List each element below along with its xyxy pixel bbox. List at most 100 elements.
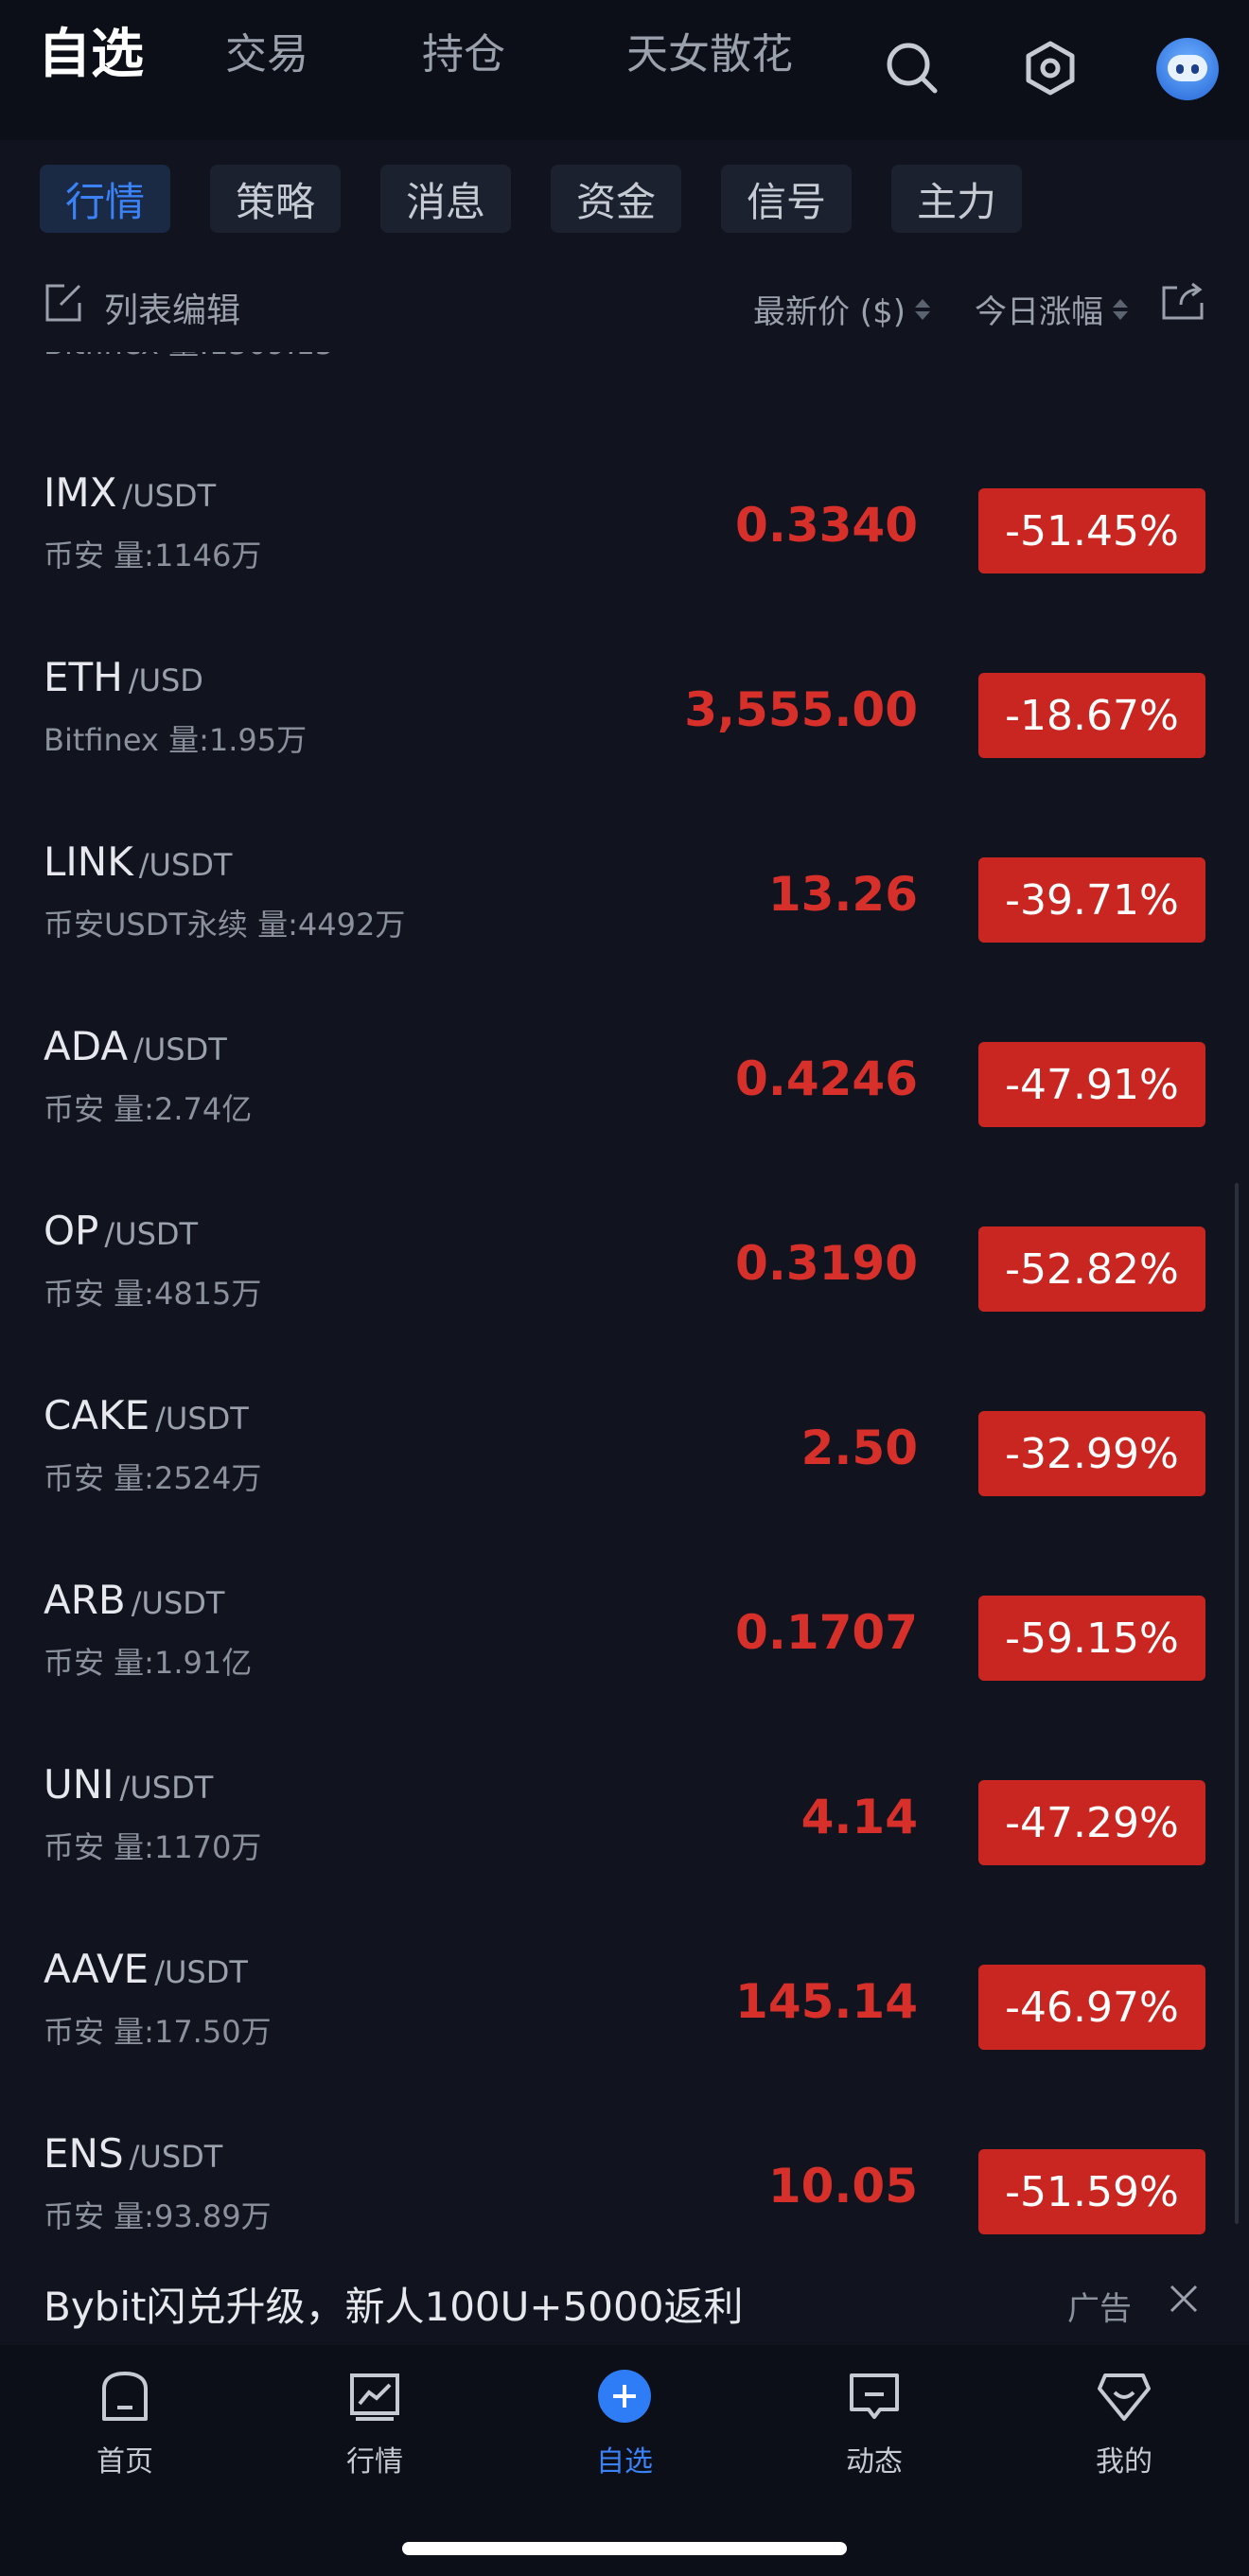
quote-currency: /USDT <box>129 2139 223 2175</box>
nav-feed[interactable]: 动态 <box>799 2368 950 2479</box>
list-item[interactable]: CAKE/USDT 币安 量:2524万 2.50 -32.99% <box>0 1364 1249 1548</box>
exchange-volume: 币安 量:4815万 <box>44 1276 262 1312</box>
list-item-partial[interactable]: Bitfinex 量:1309.15 <box>0 352 1249 388</box>
change-column-label: 今日涨幅 <box>975 293 1103 331</box>
symbol: UNI <box>44 1761 114 1808</box>
edit-list-button[interactable]: 列表编辑 <box>42 282 240 332</box>
scrollbar[interactable] <box>1235 1183 1239 2224</box>
change-badge[interactable]: -46.97% <box>978 1965 1205 2050</box>
exchange-volume: 币安 量:17.50万 <box>44 2014 272 2050</box>
home-icon <box>97 2368 153 2428</box>
quote-currency: /USDT <box>133 1032 227 1067</box>
exchange-volume: 币安 量:1.91亿 <box>44 1645 253 1681</box>
tab-tiannv[interactable]: 天女散花 <box>626 34 793 76</box>
ad-banner[interactable]: Bybit闪兑升级，新人100U+5000返利 广告 <box>0 2254 1249 2345</box>
watchlist[interactable]: Bitfinex 量:1309.15 IMX/USDT 币安 量:1146万 0… <box>0 352 1249 2254</box>
symbol: IMX <box>44 469 117 516</box>
quote-currency: /USDT <box>104 1216 199 1252</box>
subtab-main-force[interactable]: 主力 <box>891 165 1022 233</box>
exchange-volume: Bitfinex 量:1309.15 <box>44 352 334 363</box>
latest-price: 3,555.00 <box>684 682 918 737</box>
symbol: ENS <box>44 2130 124 2177</box>
nav-home[interactable]: 首页 <box>49 2368 201 2479</box>
symbol: ETH <box>44 654 123 700</box>
close-icon[interactable] <box>1162 2277 1205 2320</box>
sort-arrows-icon <box>1113 298 1128 320</box>
quote-currency: /USD <box>128 662 203 698</box>
share-icon[interactable] <box>1160 278 1205 327</box>
list-item[interactable]: IMX/USDT 币安 量:1146万 0.3340 -51.45% <box>0 441 1249 626</box>
sub-tabs: 行情 策略 消息 资金 信号 主力 <box>0 140 1249 257</box>
change-badge[interactable]: -32.99% <box>978 1411 1205 1496</box>
list-item[interactable]: UNI/USDT 币安 量:1170万 4.14 -47.29% <box>0 1733 1249 1917</box>
nav-feed-label: 动态 <box>846 2445 903 2479</box>
tab-watchlist[interactable]: 自选 <box>38 28 144 81</box>
change-badge[interactable]: -52.82% <box>978 1226 1205 1312</box>
nav-profile-label: 我的 <box>1096 2445 1152 2479</box>
nav-market-label: 行情 <box>346 2445 403 2479</box>
tab-positions[interactable]: 持仓 <box>422 34 505 76</box>
search-icon[interactable] <box>882 38 942 98</box>
symbol: AAVE <box>44 1946 150 1992</box>
list-item[interactable]: OP/USDT 币安 量:4815万 0.3190 -52.82% <box>0 1179 1249 1364</box>
nav-home-label: 首页 <box>97 2445 153 2479</box>
latest-price: 0.1707 <box>735 1605 918 1660</box>
subtab-strategy[interactable]: 策略 <box>210 165 341 233</box>
list-item[interactable]: ADA/USDT 币安 量:2.74亿 0.4246 -47.91% <box>0 995 1249 1179</box>
quote-currency: /USDT <box>122 478 217 514</box>
latest-price: 4.14 <box>800 1790 918 1844</box>
list-item[interactable]: ENS/USDT 币安 量:93.89万 10.05 -51.59% <box>0 2102 1249 2254</box>
list-item[interactable]: AAVE/USDT 币安 量:17.50万 145.14 -46.97% <box>0 1917 1249 2102</box>
subtab-signals[interactable]: 信号 <box>721 165 852 233</box>
settings-icon[interactable] <box>1020 38 1081 98</box>
subtab-news[interactable]: 消息 <box>380 165 511 233</box>
quote-currency: /USDT <box>119 1770 214 1806</box>
exchange-volume: 币安 量:93.89万 <box>44 2198 272 2234</box>
ad-text[interactable]: Bybit闪兑升级，新人100U+5000返利 <box>44 2275 743 2333</box>
latest-price: 145.14 <box>735 1974 918 2029</box>
list-item[interactable]: ETH/USD Bitfinex 量:1.95万 3,555.00 -18.67… <box>0 626 1249 810</box>
subtab-market[interactable]: 行情 <box>40 165 170 233</box>
quote-currency: /USDT <box>155 1401 249 1437</box>
nav-watchlist-label: 自选 <box>596 2445 653 2479</box>
exchange-volume: 币安 量:2524万 <box>44 1460 262 1496</box>
exchange-volume: 币安USDT永续 量:4492万 <box>44 907 406 943</box>
change-badge[interactable]: -59.15% <box>978 1596 1205 1681</box>
sort-change-button[interactable]: 今日涨幅 <box>975 286 1128 332</box>
tab-trade[interactable]: 交易 <box>225 34 308 76</box>
nav-profile[interactable]: 我的 <box>1048 2368 1200 2479</box>
sort-arrows-icon <box>914 298 930 320</box>
latest-price: 0.3340 <box>735 498 918 553</box>
change-badge[interactable]: -51.45% <box>978 488 1205 573</box>
list-item[interactable]: ARB/USDT 币安 量:1.91亿 0.1707 -59.15% <box>0 1548 1249 1733</box>
edit-icon <box>42 282 83 332</box>
subtab-funds[interactable]: 资金 <box>551 165 681 233</box>
quote-currency: /USDT <box>154 1954 248 1990</box>
list-header: 列表编辑 最新价 ($) 今日涨幅 <box>0 257 1249 352</box>
change-badge[interactable]: -51.59% <box>978 2149 1205 2234</box>
plus-circle-icon <box>596 2368 653 2428</box>
nav-watchlist[interactable]: 自选 <box>549 2368 700 2479</box>
latest-price: 13.26 <box>767 867 918 922</box>
exchange-volume: 币安 量:1146万 <box>44 538 262 573</box>
latest-price: 10.05 <box>767 2159 918 2214</box>
home-indicator[interactable] <box>402 2542 847 2555</box>
change-badge[interactable]: -47.91% <box>978 1042 1205 1127</box>
bottom-nav: 首页 行情 自选 动态 我的 <box>0 2345 1249 2576</box>
latest-price: 0.3190 <box>735 1236 918 1291</box>
sort-price-button[interactable]: 最新价 ($) <box>753 286 930 332</box>
nav-market[interactable]: 行情 <box>299 2368 450 2479</box>
symbol: ARB <box>44 1577 126 1623</box>
edit-list-label: 列表编辑 <box>104 291 241 330</box>
symbol: CAKE <box>44 1392 150 1438</box>
ad-tag: 广告 <box>1067 2290 1132 2328</box>
change-badge[interactable]: -47.29% <box>978 1780 1205 1865</box>
quote-currency: /USDT <box>138 847 233 883</box>
list-item[interactable]: LINK/USDT 币安USDT永续 量:4492万 13.26 -39.71% <box>0 810 1249 995</box>
chart-icon <box>346 2368 403 2428</box>
change-badge[interactable]: -39.71% <box>978 857 1205 943</box>
symbol: ADA <box>44 1023 129 1069</box>
change-badge[interactable]: -18.67% <box>978 673 1205 758</box>
avatar[interactable] <box>1156 38 1219 100</box>
price-column-label: 最新价 ($) <box>753 293 906 331</box>
